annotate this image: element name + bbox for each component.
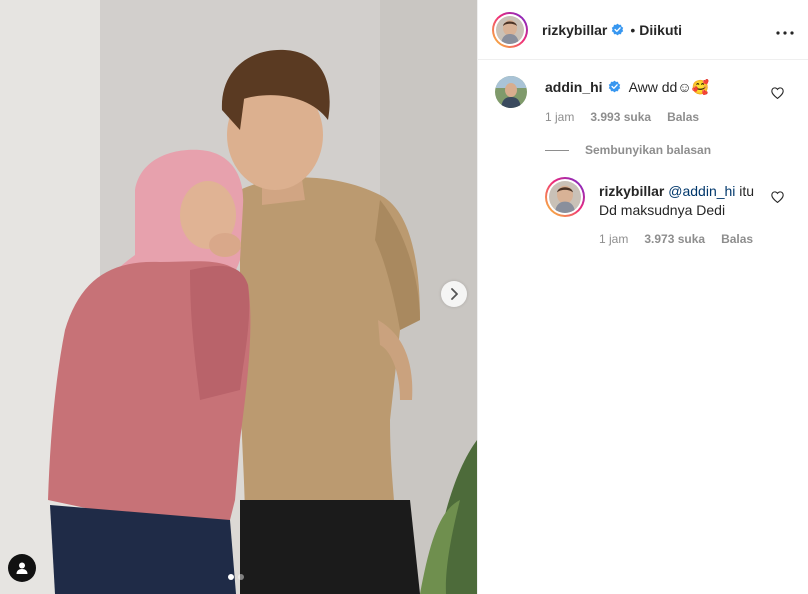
like-heart-icon[interactable] (771, 190, 784, 208)
comment-content: Aww dd☺🥰 (628, 79, 710, 95)
verified-badge-icon (608, 80, 621, 93)
post-photo[interactable] (0, 0, 477, 594)
commenter-avatar[interactable] (495, 76, 527, 108)
post-sidebar: rizkybillar • Diikuti addin_hi Aww dd☺🥰 … (477, 0, 808, 594)
carousel-dot-active (228, 574, 234, 580)
avatar-image (549, 181, 581, 213)
comment-text: addin_hi Aww dd☺🥰 (545, 78, 709, 96)
carousel-dot (238, 574, 244, 580)
author-avatar[interactable] (492, 11, 528, 48)
avatar-image (495, 76, 527, 108)
reply-mention-link[interactable]: @addin_hi (668, 183, 735, 199)
hide-replies-line (545, 149, 569, 151)
comment-meta: 1 jam 3.993 suka Balas (545, 110, 699, 124)
photo-image (0, 0, 477, 594)
reply-reply-button[interactable]: Balas (721, 232, 753, 246)
reply-content: itu (735, 183, 755, 199)
carousel-indicator (228, 574, 244, 580)
like-heart-icon[interactable] (771, 86, 784, 104)
reply-time[interactable]: 1 jam (599, 232, 628, 246)
avatar-image (496, 15, 524, 44)
reply-meta: 1 jam 3.973 suka Balas (599, 232, 753, 246)
reply-content-line2: Dd maksudnya Dedi (599, 202, 726, 218)
hide-replies-label: Sembunyikan balasan (585, 143, 712, 157)
follow-status-button[interactable]: Diikuti (639, 22, 682, 38)
reply-likes[interactable]: 3.973 suka (644, 232, 705, 246)
next-slide-button[interactable] (441, 281, 467, 307)
user-icon (16, 562, 28, 574)
comment-time[interactable]: 1 jam (545, 110, 574, 124)
chevron-right-icon (451, 288, 458, 300)
reply-button[interactable]: Balas (667, 110, 699, 124)
author-username[interactable]: rizkybillar (542, 22, 607, 38)
comment-username[interactable]: addin_hi (545, 79, 603, 95)
comment-likes[interactable]: 3.993 suka (590, 110, 651, 124)
separator-dot: • (630, 21, 636, 38)
hide-replies-button[interactable]: Sembunyikan balasan (545, 143, 711, 157)
more-options-icon[interactable] (776, 22, 794, 40)
reply-avatar[interactable] (545, 177, 585, 217)
reply-text: rizkybillar @addin_hi itu Dd maksudnya D… (599, 182, 769, 220)
post-header: rizkybillar • Diikuti (478, 0, 808, 60)
reply-username[interactable]: rizkybillar (599, 183, 664, 199)
verified-badge-icon (611, 23, 624, 36)
tagged-users-button[interactable] (8, 554, 36, 582)
